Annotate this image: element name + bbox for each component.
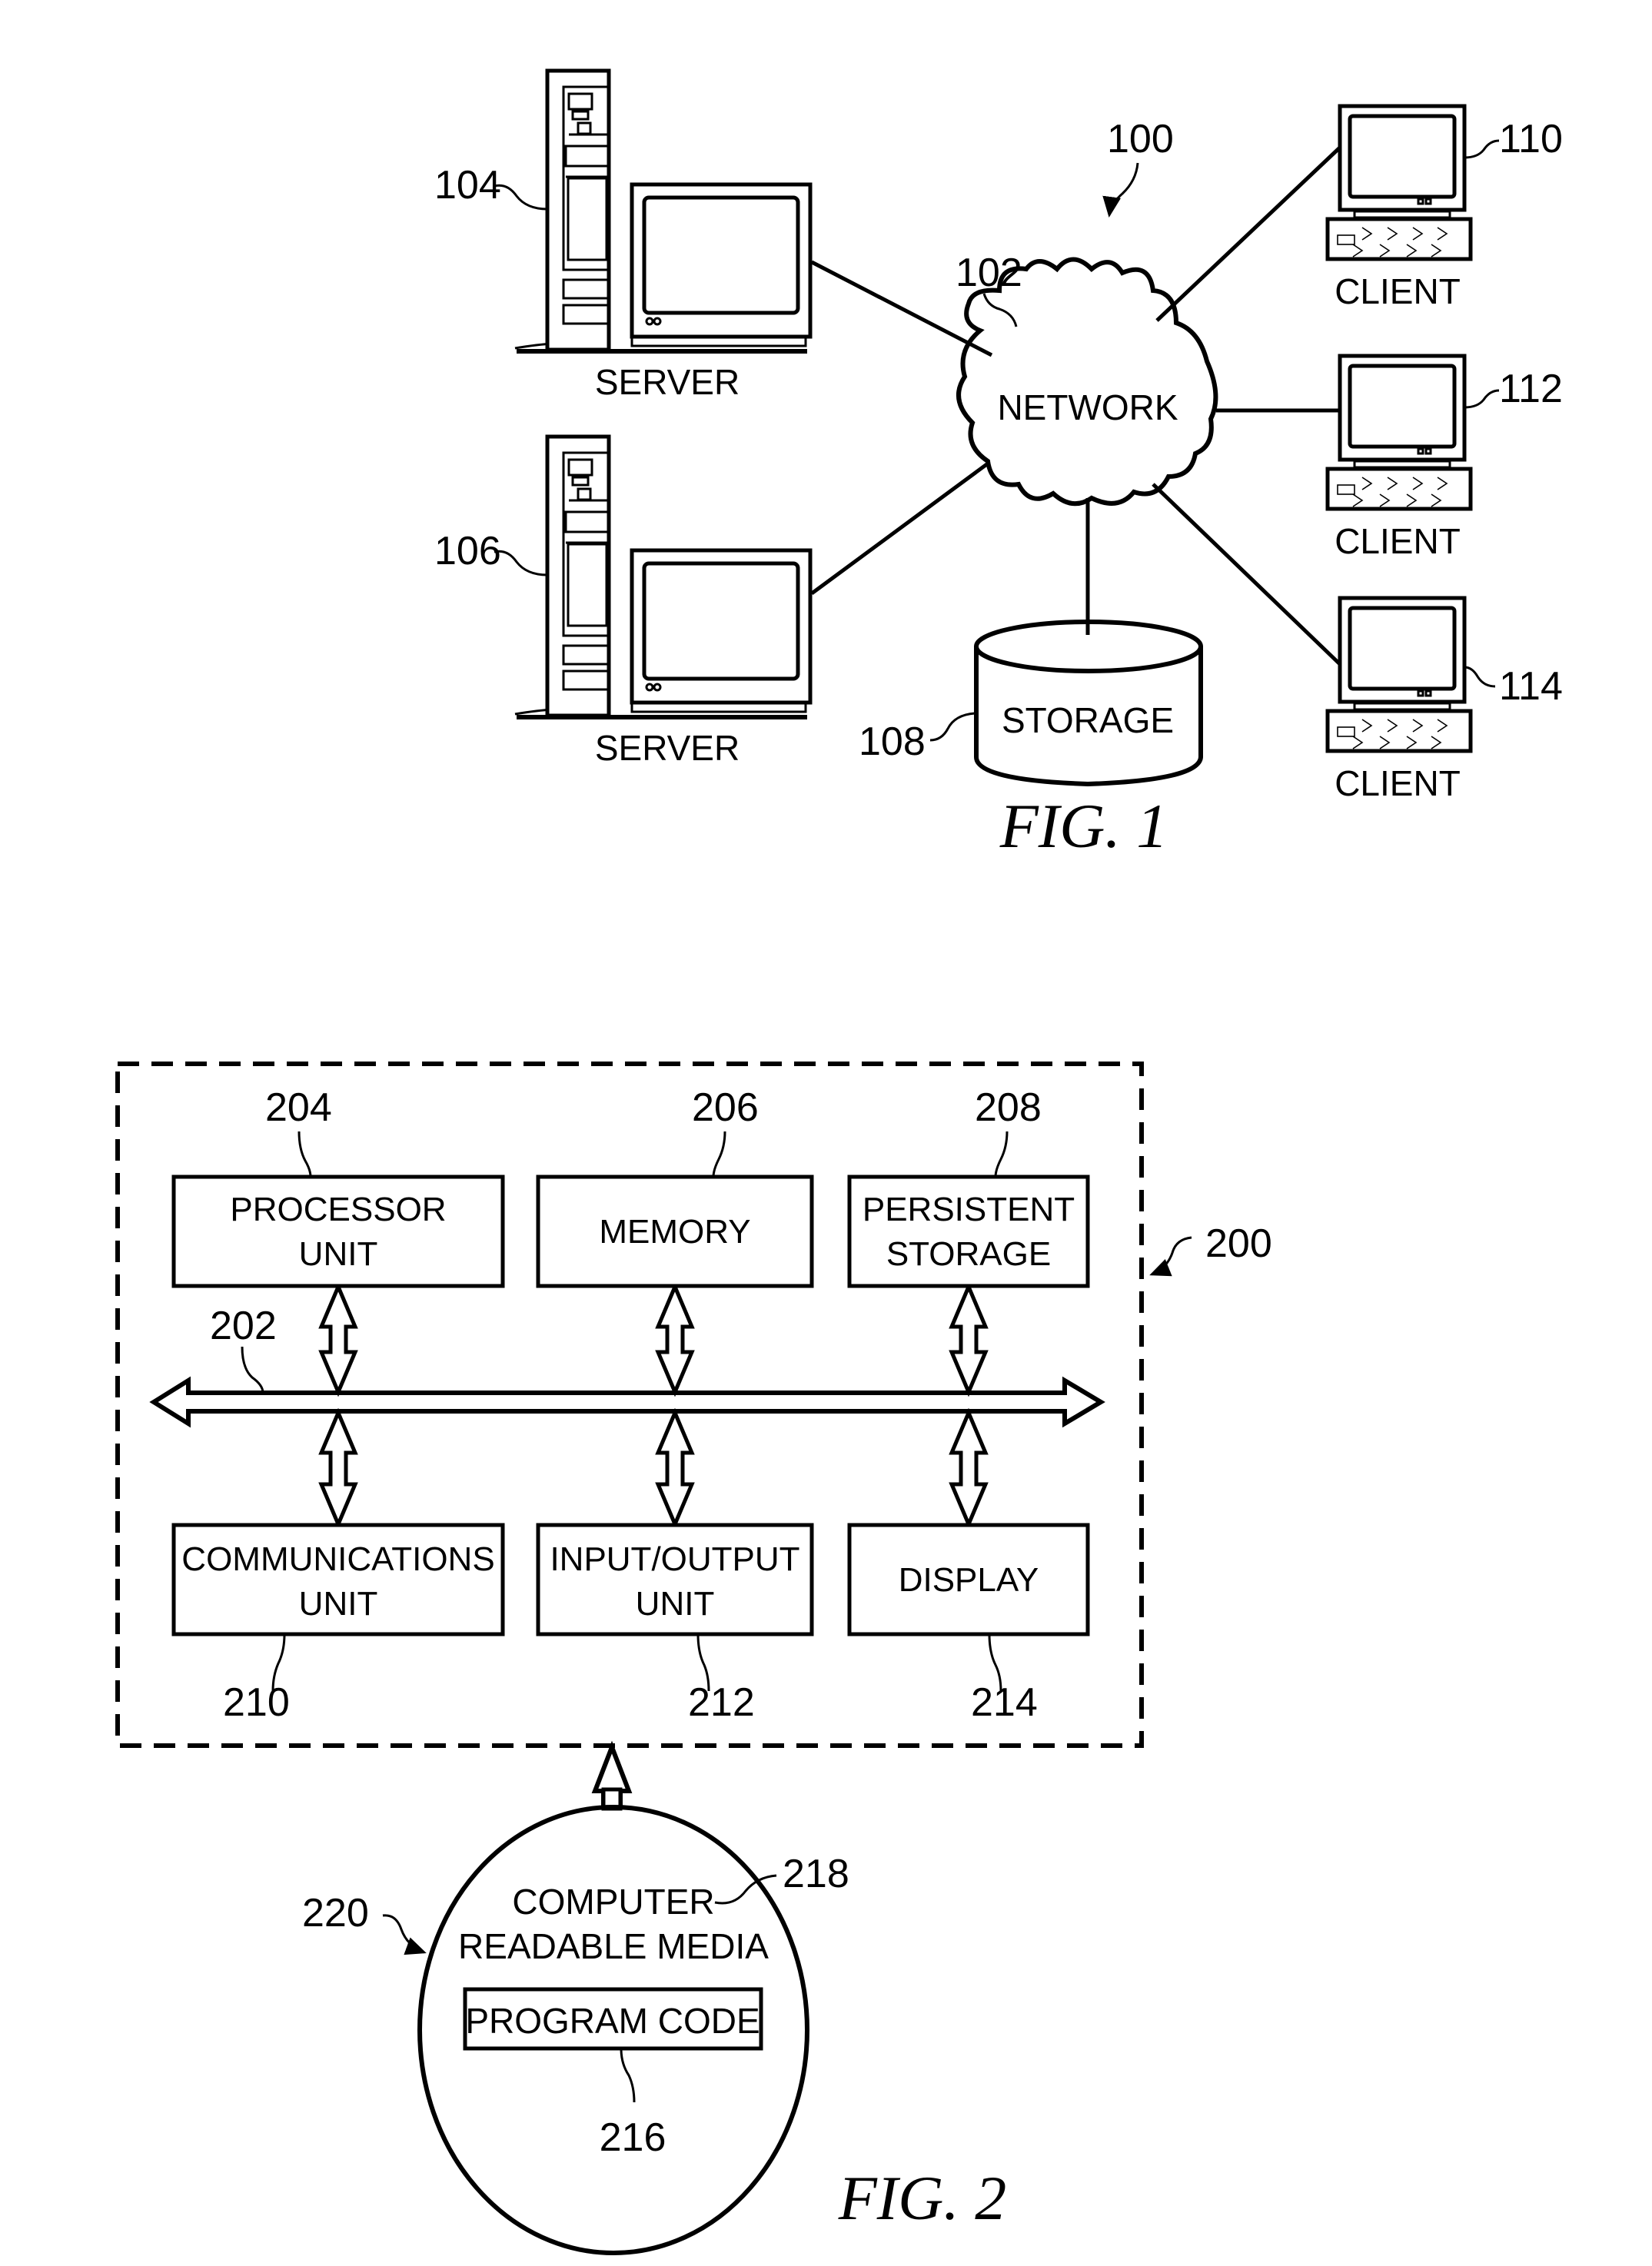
leader-208 (994, 1131, 1009, 1178)
figure-1-caption: FIG. 1 (999, 791, 1168, 861)
client-114: 114 CLIENT (1325, 596, 1563, 803)
bus-202 (149, 1376, 1105, 1428)
ref-206: 206 (692, 1085, 759, 1130)
client-112: 112 CLIENT (1325, 354, 1563, 561)
memory-label: MEMORY (599, 1213, 750, 1251)
storage-label: STORAGE (1002, 700, 1174, 740)
leader-206 (712, 1131, 726, 1178)
processor-bus-arrow (318, 1281, 358, 1397)
ref-218: 218 (783, 1852, 849, 1896)
communications-bus-arrow (318, 1407, 358, 1530)
client-label-112: CLIENT (1335, 521, 1461, 561)
display-label: DISPLAY (899, 1561, 1039, 1599)
ref-114: 114 (1499, 664, 1563, 709)
server-104: 104 SERVER (434, 68, 813, 402)
client-computer-icon (1325, 104, 1473, 261)
storage-cylinder: STORAGE (974, 498, 1203, 787)
ref-100: 100 (1107, 117, 1174, 161)
persistent-storage-line1: PERSISTENT (863, 1191, 1075, 1228)
ref-202: 202 (210, 1304, 277, 1348)
processor-unit-line1: PROCESSOR (230, 1191, 446, 1228)
persistent-storage-line2: STORAGE (886, 1235, 1051, 1273)
figure-2: 200 202 PROCESSOR UNIT 204 MEMORY 206 PE… (115, 1062, 1272, 2255)
figure-1: 104 SERVER 106 SERVER 100 NETWORK 102 ST… (434, 68, 1563, 861)
arrow-220 (382, 1914, 427, 1955)
communications-unit-line1: COMMUNICATIONS (181, 1540, 494, 1578)
server-icon (514, 434, 813, 719)
block-communications-unit: COMMUNICATIONS UNIT (171, 1523, 505, 1636)
patent-drawing-sheet: 104 SERVER 106 SERVER 100 NETWORK 102 ST… (115, 68, 1563, 2255)
network-cloud: NETWORK (956, 257, 1218, 507)
ref-204: 204 (265, 1085, 332, 1130)
block-memory: MEMORY (536, 1175, 814, 1288)
ref-214: 214 (971, 1680, 1038, 1725)
ref-208: 208 (975, 1085, 1042, 1130)
system-boundary-200 (115, 1062, 1144, 1748)
client-computer-icon (1325, 596, 1473, 753)
program-code-box: PROGRAM CODE (463, 1987, 763, 2051)
leader-204 (297, 1131, 312, 1178)
figure-2-caption: FIG. 2 (838, 2163, 1007, 2233)
communications-unit-line2: UNIT (299, 1585, 378, 1623)
link-server-106 (810, 461, 989, 596)
leader-110 (1464, 139, 1500, 159)
leader-112 (1464, 389, 1500, 409)
ref-200: 200 (1205, 1221, 1272, 1266)
persistent-storage-bus-arrow (949, 1281, 989, 1397)
input-output-unit-line1: INPUT/OUTPUT (550, 1540, 799, 1578)
link-client-114 (1152, 483, 1343, 667)
processor-unit-line2: UNIT (299, 1235, 378, 1273)
ref-210: 210 (223, 1680, 290, 1725)
ref-108: 108 (859, 719, 926, 764)
client-label-110: CLIENT (1335, 271, 1461, 311)
input-output-unit-line2: UNIT (636, 1585, 715, 1623)
ref-104: 104 (434, 163, 501, 208)
block-display: DISPLAY (847, 1523, 1090, 1636)
input-output-bus-arrow (655, 1407, 695, 1530)
leader-202 (241, 1346, 264, 1394)
leader-114 (1464, 666, 1496, 688)
ref-220: 220 (302, 1891, 369, 1935)
media-label-line2: READABLE MEDIA (458, 1926, 769, 1966)
ref-102: 102 (956, 251, 1022, 295)
leader-216 (620, 2048, 636, 2103)
display-bus-arrow (949, 1407, 989, 1530)
memory-bus-arrow (655, 1281, 695, 1397)
leader-108 (929, 712, 976, 742)
link-client-110 (1155, 145, 1343, 322)
server-label-106: SERVER (595, 728, 740, 768)
ref-112: 112 (1499, 367, 1563, 411)
ref-106: 106 (434, 529, 501, 573)
leader-106 (494, 550, 548, 576)
computer-readable-media-220: COMPUTER READABLE MEDIA PROGRAM CODE (417, 1805, 809, 2255)
leader-102 (982, 293, 1018, 327)
client-110: 110 CLIENT (1325, 104, 1563, 311)
ref-110: 110 (1499, 117, 1563, 161)
client-computer-icon (1325, 354, 1473, 511)
arrow-100 (1102, 162, 1139, 218)
server-106: 106 SERVER (434, 434, 813, 768)
media-label-line1: COMPUTER (512, 1882, 714, 1922)
ref-216: 216 (600, 2115, 666, 2160)
arrow-200 (1149, 1236, 1192, 1277)
leader-218 (714, 1874, 777, 1905)
program-code-label: PROGRAM CODE (465, 2001, 760, 2041)
block-processor-unit: PROCESSOR UNIT (171, 1175, 505, 1288)
network-label: NETWORK (997, 387, 1178, 427)
client-label-114: CLIENT (1335, 763, 1461, 803)
server-icon (514, 68, 813, 354)
block-persistent-storage: PERSISTENT STORAGE (847, 1175, 1090, 1288)
leader-104 (494, 184, 548, 211)
ref-212: 212 (688, 1680, 755, 1725)
server-label-104: SERVER (595, 362, 740, 402)
block-input-output-unit: INPUT/OUTPUT UNIT (536, 1523, 814, 1636)
bus-connectors (318, 1281, 989, 1530)
